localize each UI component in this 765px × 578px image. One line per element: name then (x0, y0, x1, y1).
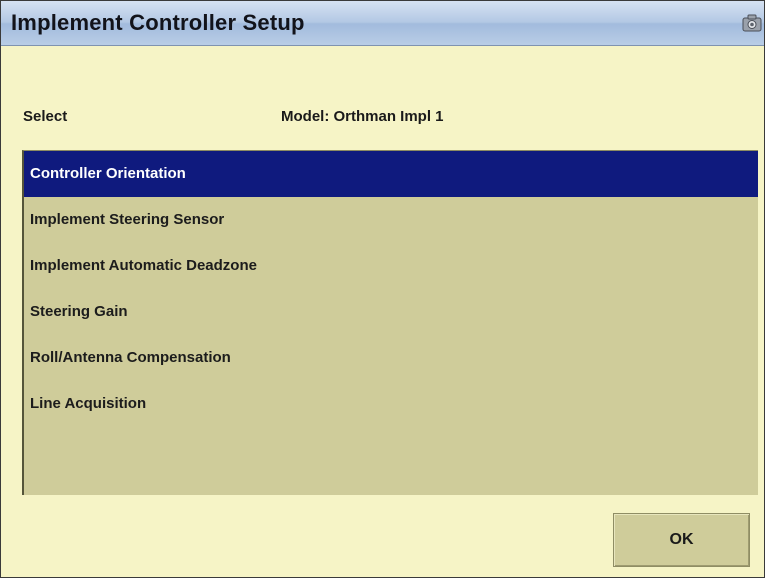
window-title: Implement Controller Setup (11, 10, 305, 35)
list-item-controller-orientation[interactable]: Controller Orientation (24, 151, 758, 197)
ok-button[interactable]: OK (613, 513, 750, 567)
list-item-line-acquisition[interactable]: Line Acquisition (24, 381, 758, 427)
list-item-steering-gain[interactable]: Steering Gain (24, 289, 758, 335)
list-item-implement-steering-sensor[interactable]: Implement Steering Sensor (24, 197, 758, 243)
list-item-implement-automatic-deadzone[interactable]: Implement Automatic Deadzone (24, 243, 758, 289)
model-label: Model: Orthman Impl 1 (281, 108, 444, 125)
list-item-roll-antenna-compensation[interactable]: Roll/Antenna Compensation (24, 335, 758, 381)
setup-options-list[interactable]: Controller Orientation Implement Steerin… (22, 150, 758, 495)
camera-icon[interactable] (742, 13, 762, 33)
select-label: Select (23, 108, 68, 125)
implement-controller-setup-window: Implement Controller Setup Select Model:… (0, 0, 765, 578)
title-bar: Implement Controller Setup (1, 1, 764, 46)
